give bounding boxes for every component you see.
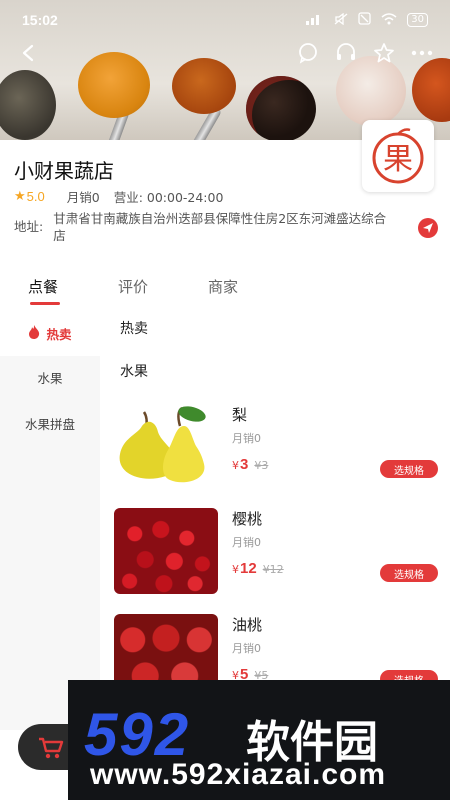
sidebar-item-hot[interactable]: 热卖 (0, 310, 100, 356)
section-title-hot: 热卖 (120, 321, 148, 337)
product-name: 樱桃 (232, 510, 263, 528)
price-currency: ¥ (232, 459, 239, 472)
store-meta: ★ 5.0 月销0 营业: 00:00-24:00 (14, 187, 223, 206)
sidebar-item-label: 热卖 (46, 326, 72, 342)
select-spec-button[interactable]: 选规格 (380, 460, 438, 478)
store-hours: 营业: 00:00-24:00 (113, 190, 224, 205)
tab-merchant[interactable]: 商家 (208, 276, 238, 297)
product-price: ¥ 3 ¥3 (232, 456, 268, 473)
product-sales: 月销0 (232, 536, 261, 549)
active-tab-indicator (30, 302, 60, 305)
wifi-icon (381, 12, 397, 28)
store-monthly-sales: 月销0 (66, 190, 100, 205)
price-currency: ¥ (232, 563, 239, 576)
product-sales: 月销0 (232, 642, 261, 655)
status-time: 15:02 (22, 12, 58, 28)
product-item[interactable]: 樱桃 月销0 ¥ 12 ¥12 选规格 (114, 508, 444, 600)
product-image-cherry (114, 508, 218, 594)
spoon-paprika (172, 58, 236, 114)
product-name: 油桃 (232, 616, 263, 634)
watermark-url: www.592xiazai.com (90, 758, 387, 791)
more-icon[interactable] (410, 41, 434, 65)
original-price: ¥3 (254, 459, 269, 472)
store-tabs: 点餐 评价 商家 (0, 268, 450, 308)
sidebar-item-label: 水果拼盘 (24, 416, 75, 432)
rating-star-icon: ★ (14, 189, 26, 204)
star-outline-icon[interactable] (372, 41, 396, 65)
section-title-fruit: 水果 (120, 364, 148, 380)
back-icon[interactable] (16, 41, 40, 65)
spoon-seeds (0, 70, 56, 140)
location-arrow-icon[interactable] (418, 218, 438, 238)
cart-icon[interactable] (38, 736, 64, 760)
price-value: 12 (240, 560, 257, 577)
spoon-chili (412, 58, 450, 122)
fire-icon (28, 324, 40, 342)
product-image-pear (114, 404, 218, 490)
top-navigation (0, 40, 450, 66)
product-price: ¥ 12 ¥12 (232, 560, 284, 577)
store-name: 小财果蔬店 (14, 159, 114, 183)
product-item[interactable]: 梨 月销0 ¥ 3 ¥3 选规格 (114, 404, 444, 496)
sim-icon (358, 12, 371, 28)
spoon-salt (336, 56, 406, 126)
sidebar-item-label: 水果 (37, 370, 63, 386)
status-bar: 15:02 30 (0, 0, 450, 40)
sidebar-item-fruit[interactable]: 水果 (0, 354, 100, 400)
signal-icon (306, 13, 324, 28)
address-text: 甘肃省甘南藏族自治州迭部县保障性住房2区东河滩盛达综合店 (53, 211, 387, 243)
original-price: ¥12 (262, 563, 284, 576)
spoon-peppercorns (246, 76, 316, 140)
sidebar-item-fruit-platter[interactable]: 水果拼盘 (0, 400, 100, 446)
store-logo: 果 (362, 120, 434, 192)
store-address: 地址: 甘肃省甘南藏族自治州迭部县保障性住房2区东河滩盛达综合店 (14, 210, 394, 244)
product-sales: 月销0 (232, 432, 261, 445)
message-icon[interactable] (296, 41, 320, 65)
price-value: 3 (240, 456, 249, 473)
select-spec-button[interactable]: 选规格 (380, 564, 438, 582)
address-label: 地址: (14, 219, 44, 234)
category-sidebar: 热卖 水果 水果拼盘 (0, 310, 100, 730)
tab-reviews[interactable]: 评价 (118, 276, 148, 297)
headset-icon[interactable] (334, 41, 358, 65)
mute-icon (334, 12, 348, 28)
battery-indicator: 30 (407, 13, 428, 27)
product-name: 梨 (232, 406, 248, 424)
status-icons: 30 (306, 12, 428, 28)
svg-text:果: 果 (383, 142, 413, 177)
tab-order[interactable]: 点餐 (28, 276, 58, 297)
store-rating: 5.0 (26, 189, 45, 204)
